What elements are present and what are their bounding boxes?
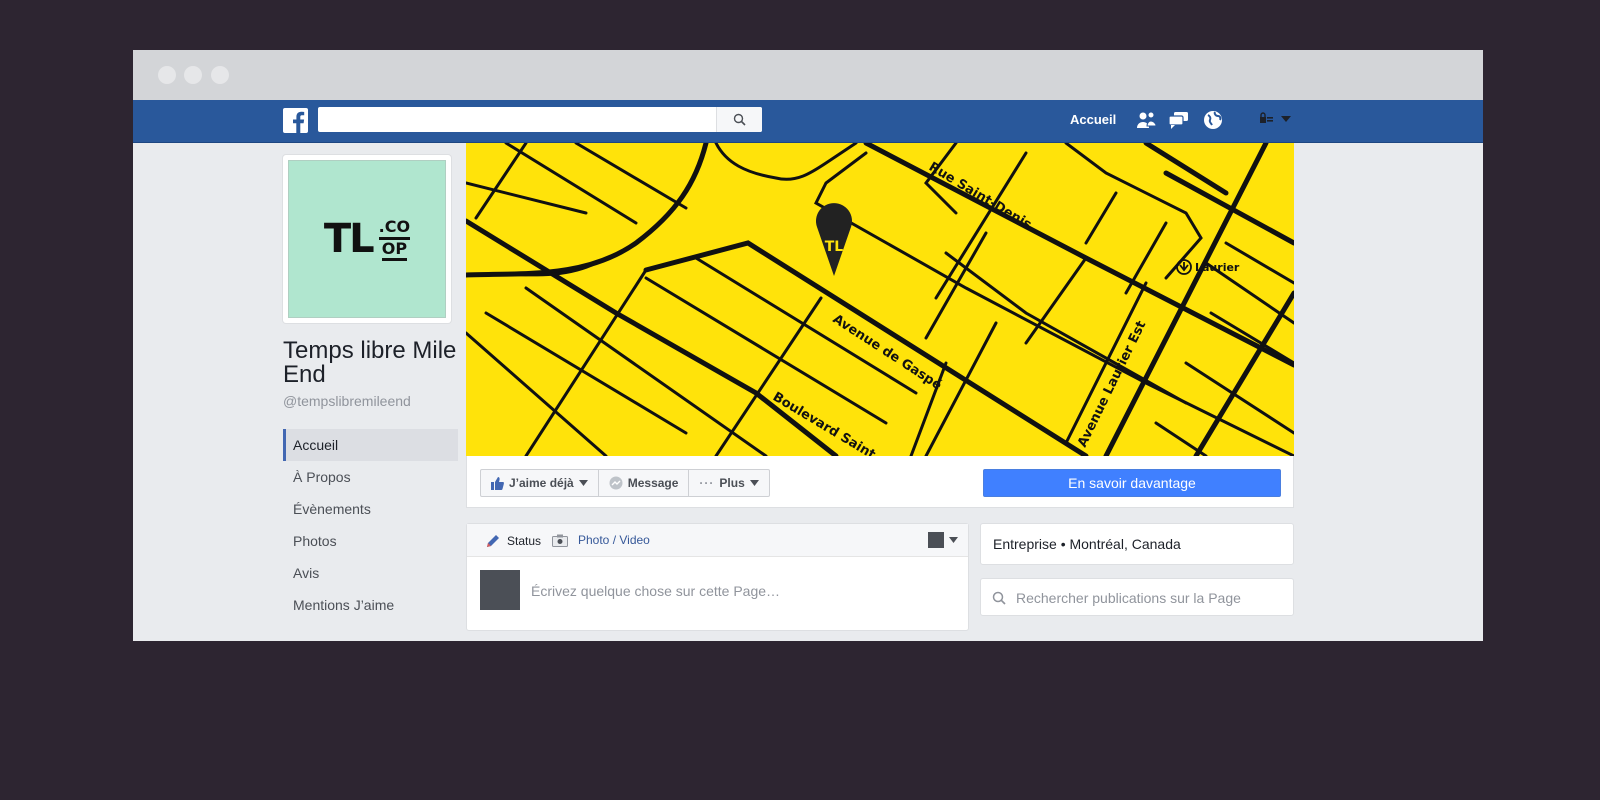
chevron-down-icon xyxy=(578,480,588,486)
camera-icon xyxy=(552,534,568,547)
search-icon xyxy=(733,113,746,126)
chevron-down-icon xyxy=(749,480,759,486)
page-action-bar: J’aime déjà Message ··· Plus En savoir d… xyxy=(466,456,1294,508)
sidebar-item-mentions[interactable]: Mentions J’aime xyxy=(283,589,458,621)
sidebar-item-evenements[interactable]: Évènements xyxy=(283,493,458,525)
window-minimize-button[interactable] xyxy=(184,66,202,84)
sidebar-item-avis[interactable]: Avis xyxy=(283,557,458,589)
notifications-globe-icon[interactable] xyxy=(1203,110,1223,130)
page-category-box: Entreprise • Montréal, Canada xyxy=(980,523,1294,565)
composer-tabs: Status Photo / Video xyxy=(467,524,968,557)
page-category[interactable]: Entreprise • Montréal, Canada xyxy=(993,536,1181,552)
logo-text-top: .CO xyxy=(378,217,411,240)
map-streets: TL Rue Saint-Denis Avenue de Gaspé Boule… xyxy=(466,143,1294,456)
page-action-buttons: J’aime déjà Message ··· Plus xyxy=(480,469,770,497)
composer-input[interactable]: Écrivez quelque chose sur cette Page… xyxy=(531,583,780,599)
like-button[interactable]: J’aime déjà xyxy=(481,470,599,496)
page-posts-search[interactable]: Rechercher publications sur la Page xyxy=(980,578,1294,616)
browser-window: Accueil TL .CO OP Temps libre Mile End @… xyxy=(133,50,1483,641)
tab-photo-video[interactable]: Photo / Video xyxy=(552,533,650,547)
profile-logo: TL .CO OP xyxy=(288,160,446,318)
facebook-logo-icon[interactable] xyxy=(283,108,308,133)
sidebar-item-label: Mentions J’aime xyxy=(293,597,395,613)
logo-text-bottom: OP xyxy=(381,239,408,261)
composer-body: Écrivez quelque chose sur cette Page… xyxy=(467,557,968,631)
page-handle[interactable]: @tempslibremileend xyxy=(283,393,458,409)
privacy-shortcuts-icon[interactable] xyxy=(1259,110,1275,128)
map-label-avenue-laurier-est: Avenue Laurier Est xyxy=(1075,319,1149,450)
post-as-selector[interactable] xyxy=(928,532,958,548)
post-composer: Status Photo / Video Écrivez quelque cho… xyxy=(466,523,969,631)
window-close-button[interactable] xyxy=(158,66,176,84)
map-label-metro-laurier: Laurier xyxy=(1195,261,1240,274)
learn-more-button[interactable]: En savoir davantage xyxy=(983,469,1281,497)
cover-photo-map[interactable]: TL Rue Saint-Denis Avenue de Gaspé Boule… xyxy=(466,143,1294,456)
more-dots-icon: ··· xyxy=(699,476,715,490)
friend-requests-icon[interactable] xyxy=(1136,110,1158,130)
page-posts-search-placeholder: Rechercher publications sur la Page xyxy=(1016,590,1241,606)
sidebar-item-photos[interactable]: Photos xyxy=(283,525,458,557)
chevron-down-icon xyxy=(949,537,958,543)
profile-picture[interactable]: TL .CO OP xyxy=(283,155,451,323)
map-marker-label: TL xyxy=(825,239,844,255)
nav-home-link[interactable]: Accueil xyxy=(1070,112,1116,127)
messenger-icon xyxy=(609,476,623,490)
window-maximize-button[interactable] xyxy=(211,66,229,84)
page-sidebar: TL .CO OP Temps libre Mile End @tempslib… xyxy=(283,155,458,621)
sidebar-item-label: À Propos xyxy=(293,469,351,485)
page-menu: Accueil À Propos Évènements Photos Avis … xyxy=(283,429,458,621)
tab-photo-video-label: Photo / Video xyxy=(578,533,650,547)
sidebar-item-label: Évènements xyxy=(293,501,371,517)
more-button-label: Plus xyxy=(719,476,745,490)
more-button[interactable]: ··· Plus xyxy=(689,470,768,496)
learn-more-button-label: En savoir davantage xyxy=(1068,475,1196,491)
map-label-avenue-de-gaspe: Avenue de Gaspé xyxy=(830,312,945,394)
sidebar-item-accueil[interactable]: Accueil xyxy=(283,429,458,461)
search-button[interactable] xyxy=(716,107,762,132)
tab-status[interactable]: Status xyxy=(485,533,541,549)
sidebar-item-label: Photos xyxy=(293,533,337,549)
top-navbar: Accueil xyxy=(133,100,1483,143)
sidebar-item-label: Avis xyxy=(293,565,320,581)
sidebar-item-a-propos[interactable]: À Propos xyxy=(283,461,458,493)
metro-station-icon xyxy=(1176,259,1192,275)
pencil-icon xyxy=(487,535,499,547)
avatar xyxy=(480,570,520,610)
post-as-avatar xyxy=(928,532,944,548)
messages-icon[interactable] xyxy=(1168,110,1190,130)
thumbs-up-icon xyxy=(491,476,504,490)
search-input[interactable] xyxy=(318,107,762,132)
map-label-rue-saint-denis: Rue Saint-Denis xyxy=(926,160,1034,233)
page-title[interactable]: Temps libre Mile End xyxy=(283,339,458,387)
tab-status-label: Status xyxy=(507,534,542,548)
message-button[interactable]: Message xyxy=(599,470,690,496)
title-bar xyxy=(133,50,1483,100)
search-icon xyxy=(992,591,1006,605)
logo-text-main: TL xyxy=(323,216,375,262)
account-menu-chevron-down-icon[interactable] xyxy=(1281,116,1291,122)
message-button-label: Message xyxy=(627,476,679,490)
sidebar-item-label: Accueil xyxy=(293,437,339,453)
like-button-label: J’aime déjà xyxy=(509,476,574,490)
